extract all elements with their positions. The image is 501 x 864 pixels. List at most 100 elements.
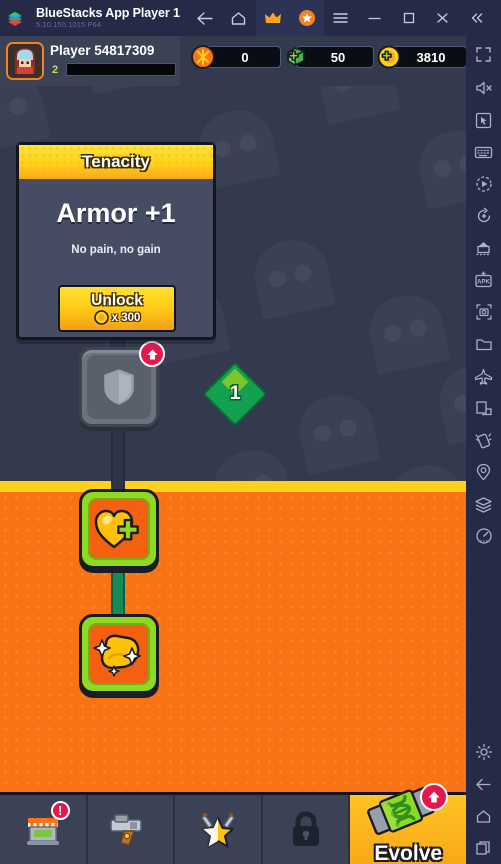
layers-icon bbox=[475, 496, 492, 513]
nav-tab-locked[interactable] bbox=[263, 795, 351, 864]
sidebar-item-android-back[interactable] bbox=[466, 768, 501, 800]
card-description: No pain, no gain bbox=[71, 244, 161, 256]
app-version: 5.10.150.1015 P64 bbox=[36, 19, 102, 29]
unlock-cost-label: x 300 bbox=[111, 311, 141, 324]
apk-install-icon: APK bbox=[475, 271, 492, 288]
skill-node-strength[interactable] bbox=[79, 614, 159, 694]
folder-icon bbox=[475, 338, 492, 350]
unlock-button-label: Unlock bbox=[91, 292, 143, 309]
sidebar-item-resize[interactable] bbox=[466, 392, 501, 424]
skill-node-armor[interactable] bbox=[79, 341, 165, 427]
airplane-icon bbox=[474, 368, 493, 385]
premium-button[interactable] bbox=[255, 0, 290, 36]
shake-icon bbox=[475, 433, 492, 449]
menu-button[interactable] bbox=[324, 0, 358, 36]
energy-value: 0 bbox=[241, 49, 249, 65]
maximize-icon bbox=[403, 12, 414, 24]
up-arrow-icon bbox=[428, 791, 440, 803]
screenshot-icon bbox=[475, 304, 492, 320]
gear-icon bbox=[475, 743, 492, 761]
titlebar-buttons bbox=[188, 0, 494, 36]
close-icon bbox=[437, 13, 448, 23]
mute-icon bbox=[475, 81, 492, 95]
close-button[interactable] bbox=[426, 0, 460, 36]
star-badge-icon bbox=[298, 10, 315, 26]
collapse-button[interactable] bbox=[460, 0, 494, 36]
nav-tab-evolve-label: Evolve bbox=[374, 842, 443, 864]
home-icon bbox=[232, 11, 246, 25]
sidebar-item-settings[interactable] bbox=[466, 736, 501, 768]
card-title: Tenacity bbox=[82, 152, 150, 171]
sidebar-item-keyboard[interactable] bbox=[466, 136, 501, 168]
pistol-icon bbox=[110, 813, 143, 846]
sidebar-item-macros[interactable] bbox=[466, 488, 501, 520]
sidebar-item-media[interactable] bbox=[466, 328, 501, 360]
android-home-icon bbox=[476, 809, 491, 823]
xp-progress-bar bbox=[66, 63, 176, 76]
padlock-icon bbox=[292, 810, 319, 846]
currency-gems[interactable]: 50 bbox=[283, 45, 374, 69]
gems-value: 50 bbox=[330, 49, 346, 65]
player-level-row: 2 bbox=[52, 63, 176, 76]
location-icon bbox=[476, 463, 491, 481]
hamburger-menu-icon bbox=[333, 13, 349, 23]
card-header: Tenacity bbox=[19, 145, 213, 179]
sidebar-item-screenshot[interactable] bbox=[466, 296, 501, 328]
crown-icon bbox=[264, 12, 281, 23]
currency-coins[interactable]: 3810 bbox=[376, 45, 466, 69]
home-button[interactable] bbox=[222, 0, 256, 36]
nav-tab-weapons[interactable] bbox=[88, 795, 176, 864]
unlock-button[interactable]: Unlock x 300 bbox=[58, 285, 176, 332]
link-armor-to-health bbox=[111, 426, 125, 496]
sidebar-item-android-recents[interactable] bbox=[466, 832, 501, 864]
record-icon bbox=[475, 176, 492, 192]
gold-coin-icon bbox=[93, 310, 109, 325]
zone-divider-stripe bbox=[0, 481, 466, 492]
sidebar-item-eco-mode[interactable] bbox=[466, 360, 501, 392]
nav-tab-shop[interactable]: ! bbox=[0, 795, 88, 864]
orange-progress-zone bbox=[0, 481, 466, 819]
points-button[interactable] bbox=[289, 0, 324, 36]
tier-badge-label: 1 bbox=[229, 382, 241, 404]
sidebar-item-performance[interactable] bbox=[466, 520, 501, 552]
nav-tab-evolve[interactable]: Evolve bbox=[350, 783, 466, 864]
unlock-cost: x 300 bbox=[93, 310, 141, 325]
sidebar-item-fullscreen[interactable] bbox=[466, 36, 501, 72]
bluestacks-logo-icon bbox=[0, 0, 30, 36]
fullscreen-icon bbox=[476, 46, 491, 62]
sidebar-item-controls[interactable] bbox=[466, 104, 501, 136]
sidebar-item-android-home[interactable] bbox=[466, 800, 501, 832]
star-swords-icon bbox=[201, 812, 235, 847]
skill-node-health[interactable] bbox=[79, 489, 159, 569]
android-back-icon bbox=[476, 778, 491, 790]
avatar[interactable] bbox=[6, 42, 44, 80]
sidebar-item-record[interactable] bbox=[466, 168, 501, 200]
sidebar-item-rotate[interactable] bbox=[466, 200, 501, 232]
sidebar-item-install-apk[interactable]: APK bbox=[466, 264, 501, 296]
minimize-button[interactable] bbox=[358, 0, 392, 36]
maximize-button[interactable] bbox=[392, 0, 426, 36]
svg-text:APK: APK bbox=[477, 280, 490, 286]
sidebar-item-shake[interactable] bbox=[466, 424, 501, 456]
shop-alert-badge: ! bbox=[50, 801, 70, 820]
heart-plus-icon bbox=[94, 509, 139, 549]
currency-energy[interactable]: 0 bbox=[190, 45, 281, 69]
back-button[interactable] bbox=[188, 0, 222, 36]
double-chevron-left-icon bbox=[471, 13, 482, 23]
nav-tab-skills[interactable] bbox=[175, 795, 263, 864]
bluestacks-sidebar: APK bbox=[466, 36, 501, 864]
skill-node-strength-inner bbox=[88, 623, 150, 685]
app-title-block: BlueStacks App Player 1 5.10.150.1015 P6… bbox=[30, 0, 180, 36]
skill-node-armor-inner bbox=[87, 355, 151, 419]
game-viewport[interactable]: 1 Tenacity Armor +1 No pain, no gain Unl… bbox=[0, 36, 466, 864]
player-hud: Player 54817309 2 0 50 3810 bbox=[0, 36, 466, 86]
upgrade-available-badge bbox=[139, 341, 165, 367]
sidebar-item-location[interactable] bbox=[466, 456, 501, 488]
sidebar-item-mute[interactable] bbox=[466, 72, 501, 104]
up-arrow-icon bbox=[147, 349, 157, 359]
resize-icon bbox=[475, 400, 492, 415]
cursor-icon bbox=[475, 112, 492, 128]
sidebar-item-multi-instance[interactable] bbox=[466, 232, 501, 264]
energy-orb-icon bbox=[190, 44, 216, 70]
bluestacks-titlebar: BlueStacks App Player 1 5.10.150.1015 P6… bbox=[0, 0, 501, 36]
